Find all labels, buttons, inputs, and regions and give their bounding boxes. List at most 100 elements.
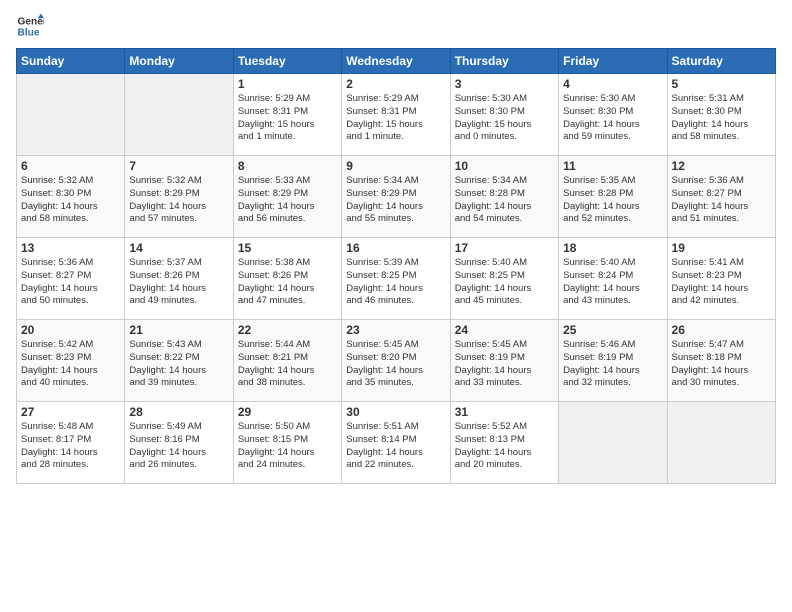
day-number: 7 [129,159,228,173]
day-info: Sunrise: 5:42 AM Sunset: 8:23 PM Dayligh… [21,339,120,390]
day-number: 15 [238,241,337,255]
calendar-cell: 8 Sunrise: 5:33 AM Sunset: 8:29 PM Daylig… [233,156,341,238]
calendar-cell: 12Sunrise: 5:36 AM Sunset: 8:27 PM Dayli… [667,156,775,238]
day-info: Sunrise: 5:29 AM Sunset: 8:31 PM Dayligh… [346,93,445,144]
day-number: 28 [129,405,228,419]
calendar-cell: 29 Sunrise: 5:50 AM Sunset: 8:15 PM Dayli… [233,402,341,484]
day-number: 13 [21,241,120,255]
day-info: Sunrise: 5:52 AM Sunset: 8:13 PM Dayligh… [455,421,554,472]
day-number: 9 [346,159,445,173]
day-number: 19 [672,241,771,255]
day-info: Sunrise: 5:39 AM Sunset: 8:25 PM Dayligh… [346,257,445,308]
col-header-thursday: Thursday [450,49,558,74]
day-info: Sunrise: 5:38 AM Sunset: 8:26 PM Dayligh… [238,257,337,308]
day-info: Sunrise: 5:45 AM Sunset: 8:19 PM Dayligh… [455,339,554,390]
day-number: 14 [129,241,228,255]
day-info: Sunrise: 5:48 AM Sunset: 8:17 PM Dayligh… [21,421,120,472]
col-header-saturday: Saturday [667,49,775,74]
logo: General Blue [16,12,48,40]
calendar-cell: 18 Sunrise: 5:40 AM Sunset: 8:24 PM Dayli… [559,238,667,320]
day-number: 5 [672,77,771,91]
day-info: Sunrise: 5:32 AM Sunset: 8:29 PM Dayligh… [129,175,228,226]
col-header-wednesday: Wednesday [342,49,450,74]
day-info: Sunrise: 5:45 AM Sunset: 8:20 PM Dayligh… [346,339,445,390]
day-info: Sunrise: 5:30 AM Sunset: 8:30 PM Dayligh… [455,93,554,144]
day-info: Sunrise: 5:30 AM Sunset: 8:30 PM Dayligh… [563,93,662,144]
calendar-cell: 31Sunrise: 5:52 AM Sunset: 8:13 PM Dayli… [450,402,558,484]
calendar-cell: 14 Sunrise: 5:37 AM Sunset: 8:26 PM Dayli… [125,238,233,320]
col-header-sunday: Sunday [17,49,125,74]
day-info: Sunrise: 5:40 AM Sunset: 8:24 PM Dayligh… [563,257,662,308]
col-header-friday: Friday [559,49,667,74]
calendar-cell: 22 Sunrise: 5:44 AM Sunset: 8:21 PM Dayli… [233,320,341,402]
day-info: Sunrise: 5:34 AM Sunset: 8:29 PM Dayligh… [346,175,445,226]
day-number: 12 [672,159,771,173]
calendar-cell: 19 Sunrise: 5:41 AM Sunset: 8:23 PM Dayli… [667,238,775,320]
calendar-cell: 27 Sunrise: 5:48 AM Sunset: 8:17 PM Dayli… [17,402,125,484]
col-header-tuesday: Tuesday [233,49,341,74]
calendar-cell: 26 Sunrise: 5:47 AM Sunset: 8:18 PM Dayli… [667,320,775,402]
day-number: 27 [21,405,120,419]
day-number: 17 [455,241,554,255]
calendar-cell: 25Sunrise: 5:46 AM Sunset: 8:19 PM Dayli… [559,320,667,402]
day-info: Sunrise: 5:31 AM Sunset: 8:30 PM Dayligh… [672,93,771,144]
day-info: Sunrise: 5:44 AM Sunset: 8:21 PM Dayligh… [238,339,337,390]
calendar-cell: 16 Sunrise: 5:39 AM Sunset: 8:25 PM Dayli… [342,238,450,320]
calendar-cell: 21 Sunrise: 5:43 AM Sunset: 8:22 PM Dayli… [125,320,233,402]
calendar-cell: 28 Sunrise: 5:49 AM Sunset: 8:16 PM Dayli… [125,402,233,484]
day-number: 3 [455,77,554,91]
day-number: 1 [238,77,337,91]
header: General Blue [16,12,776,40]
calendar-cell: 11Sunrise: 5:35 AM Sunset: 8:28 PM Dayli… [559,156,667,238]
calendar-cell [667,402,775,484]
col-header-monday: Monday [125,49,233,74]
day-number: 11 [563,159,662,173]
calendar-cell: 5 Sunrise: 5:31 AM Sunset: 8:30 PM Daylig… [667,74,775,156]
day-info: Sunrise: 5:36 AM Sunset: 8:27 PM Dayligh… [21,257,120,308]
calendar-cell [559,402,667,484]
day-info: Sunrise: 5:51 AM Sunset: 8:14 PM Dayligh… [346,421,445,472]
day-info: Sunrise: 5:29 AM Sunset: 8:31 PM Dayligh… [238,93,337,144]
day-info: Sunrise: 5:50 AM Sunset: 8:15 PM Dayligh… [238,421,337,472]
day-number: 26 [672,323,771,337]
day-info: Sunrise: 5:37 AM Sunset: 8:26 PM Dayligh… [129,257,228,308]
calendar-cell: 24Sunrise: 5:45 AM Sunset: 8:19 PM Dayli… [450,320,558,402]
calendar-cell: 15 Sunrise: 5:38 AM Sunset: 8:26 PM Dayli… [233,238,341,320]
day-number: 29 [238,405,337,419]
day-number: 22 [238,323,337,337]
calendar-cell: 2 Sunrise: 5:29 AM Sunset: 8:31 PM Daylig… [342,74,450,156]
logo-icon: General Blue [16,12,44,40]
calendar-cell [125,74,233,156]
day-info: Sunrise: 5:43 AM Sunset: 8:22 PM Dayligh… [129,339,228,390]
calendar-cell: 23 Sunrise: 5:45 AM Sunset: 8:20 PM Dayli… [342,320,450,402]
calendar-cell: 3 Sunrise: 5:30 AM Sunset: 8:30 PM Daylig… [450,74,558,156]
day-number: 18 [563,241,662,255]
calendar-cell: 30 Sunrise: 5:51 AM Sunset: 8:14 PM Dayli… [342,402,450,484]
calendar-table: SundayMondayTuesdayWednesdayThursdayFrid… [16,48,776,484]
calendar-cell: 9 Sunrise: 5:34 AM Sunset: 8:29 PM Daylig… [342,156,450,238]
day-number: 16 [346,241,445,255]
day-info: Sunrise: 5:33 AM Sunset: 8:29 PM Dayligh… [238,175,337,226]
day-number: 30 [346,405,445,419]
day-number: 4 [563,77,662,91]
day-info: Sunrise: 5:34 AM Sunset: 8:28 PM Dayligh… [455,175,554,226]
calendar-cell: 20 Sunrise: 5:42 AM Sunset: 8:23 PM Dayli… [17,320,125,402]
day-number: 2 [346,77,445,91]
day-info: Sunrise: 5:47 AM Sunset: 8:18 PM Dayligh… [672,339,771,390]
day-number: 21 [129,323,228,337]
calendar-cell: 13 Sunrise: 5:36 AM Sunset: 8:27 PM Dayli… [17,238,125,320]
day-info: Sunrise: 5:49 AM Sunset: 8:16 PM Dayligh… [129,421,228,472]
calendar-cell [17,74,125,156]
day-number: 25 [563,323,662,337]
day-number: 20 [21,323,120,337]
calendar-cell: 4 Sunrise: 5:30 AM Sunset: 8:30 PM Daylig… [559,74,667,156]
day-number: 10 [455,159,554,173]
day-info: Sunrise: 5:32 AM Sunset: 8:30 PM Dayligh… [21,175,120,226]
calendar-cell: 6 Sunrise: 5:32 AM Sunset: 8:30 PM Daylig… [17,156,125,238]
day-info: Sunrise: 5:40 AM Sunset: 8:25 PM Dayligh… [455,257,554,308]
day-number: 23 [346,323,445,337]
day-number: 6 [21,159,120,173]
day-number: 8 [238,159,337,173]
calendar-cell: 1 Sunrise: 5:29 AM Sunset: 8:31 PM Daylig… [233,74,341,156]
day-info: Sunrise: 5:41 AM Sunset: 8:23 PM Dayligh… [672,257,771,308]
